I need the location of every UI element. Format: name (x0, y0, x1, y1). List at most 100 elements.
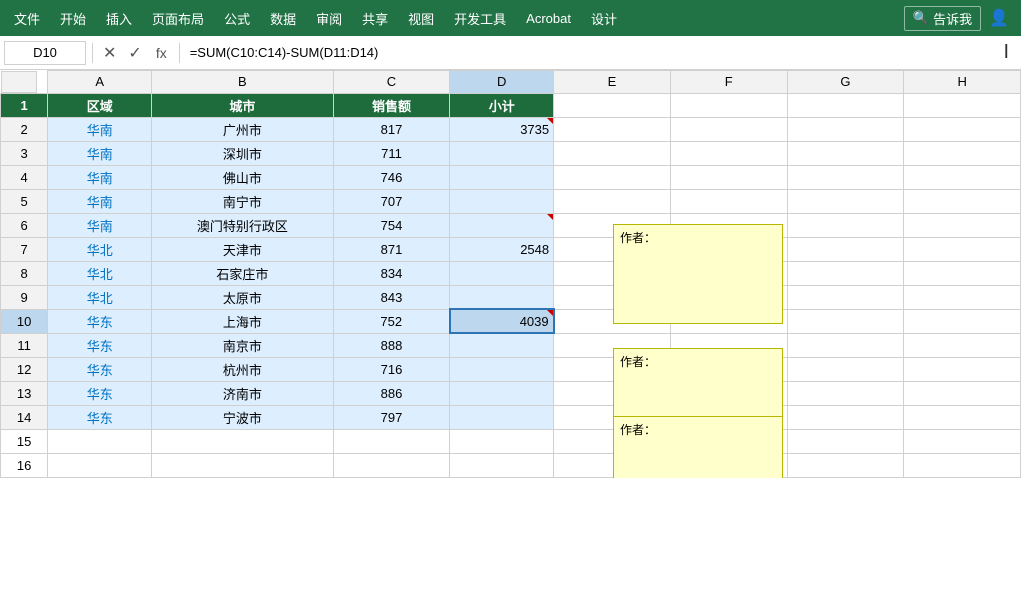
cell-e5[interactable] (554, 189, 671, 213)
cell-d5[interactable] (450, 189, 554, 213)
cell-g1[interactable] (787, 93, 904, 117)
cell-c9[interactable]: 843 (333, 285, 450, 309)
cell-a8[interactable]: 华北 (48, 261, 152, 285)
cell-g8[interactable] (787, 261, 904, 285)
cell-h9[interactable] (904, 285, 1021, 309)
menu-formula[interactable]: 公式 (214, 5, 260, 32)
cell-h13[interactable] (904, 381, 1021, 405)
cell-a2[interactable]: 华南 (48, 117, 152, 141)
menu-home[interactable]: 开始 (50, 5, 96, 32)
user-icon[interactable]: 👤 (981, 4, 1017, 32)
cell-g5[interactable] (787, 189, 904, 213)
cell-h14[interactable] (904, 405, 1021, 429)
cell-e4[interactable] (554, 165, 671, 189)
menu-design[interactable]: 设计 (581, 5, 627, 32)
cell-c15[interactable] (333, 429, 450, 453)
cell-b15[interactable] (152, 429, 334, 453)
cell-d6[interactable] (450, 213, 554, 237)
cell-g15[interactable] (787, 429, 904, 453)
search-box[interactable]: 🔍 告诉我 (904, 6, 981, 31)
cell-d12[interactable] (450, 357, 554, 381)
cell-a13[interactable]: 华东 (48, 381, 152, 405)
cell-c12[interactable]: 716 (333, 357, 450, 381)
cell-a1[interactable]: 区域 (48, 93, 152, 117)
cell-e3[interactable] (554, 141, 671, 165)
cell-f2[interactable] (670, 117, 787, 141)
menu-pagelayout[interactable]: 页面布局 (142, 5, 214, 32)
cell-c4[interactable]: 746 (333, 165, 450, 189)
cell-c13[interactable]: 886 (333, 381, 450, 405)
cell-a12[interactable]: 华东 (48, 357, 152, 381)
cell-h10[interactable] (904, 309, 1021, 333)
cancel-formula-button[interactable]: ✕ (99, 43, 120, 63)
cell-d8[interactable] (450, 261, 554, 285)
cell-f5[interactable] (670, 189, 787, 213)
cell-f3[interactable] (670, 141, 787, 165)
cell-h7[interactable] (904, 237, 1021, 261)
cell-h5[interactable] (904, 189, 1021, 213)
cell-d1[interactable]: 小计 (450, 93, 554, 117)
cell-b16[interactable] (152, 453, 334, 477)
cell-g2[interactable] (787, 117, 904, 141)
cell-d2[interactable]: 3735 (450, 117, 554, 141)
cell-b1[interactable]: 城市 (152, 93, 334, 117)
cell-f1[interactable] (670, 93, 787, 117)
cell-d9[interactable] (450, 285, 554, 309)
menu-insert[interactable]: 插入 (96, 5, 142, 32)
cell-a3[interactable]: 华南 (48, 141, 152, 165)
cell-h6[interactable] (904, 213, 1021, 237)
cell-h8[interactable] (904, 261, 1021, 285)
menu-view[interactable]: 视图 (398, 5, 444, 32)
cell-c16[interactable] (333, 453, 450, 477)
cell-b12[interactable]: 杭州市 (152, 357, 334, 381)
cell-b3[interactable]: 深圳市 (152, 141, 334, 165)
col-header-c[interactable]: C (333, 71, 450, 94)
cell-d7[interactable]: 2548 (450, 237, 554, 261)
cell-g3[interactable] (787, 141, 904, 165)
cell-c10[interactable]: 752 (333, 309, 450, 333)
cell-b6[interactable]: 澳门特别行政区 (152, 213, 334, 237)
cell-c5[interactable]: 707 (333, 189, 450, 213)
cell-b5[interactable]: 南宁市 (152, 189, 334, 213)
formula-input[interactable] (186, 41, 1000, 65)
col-header-a[interactable]: A (48, 71, 152, 94)
cell-g7[interactable] (787, 237, 904, 261)
cell-b10[interactable]: 上海市 (152, 309, 334, 333)
menu-developer[interactable]: 开发工具 (444, 5, 516, 32)
cell-g16[interactable] (787, 453, 904, 477)
cell-c1[interactable]: 销售额 (333, 93, 450, 117)
cell-h15[interactable] (904, 429, 1021, 453)
cell-b13[interactable]: 济南市 (152, 381, 334, 405)
cell-h12[interactable] (904, 357, 1021, 381)
cell-c14[interactable]: 797 (333, 405, 450, 429)
cell-b14[interactable]: 宁波市 (152, 405, 334, 429)
cell-e2[interactable] (554, 117, 671, 141)
menu-data[interactable]: 数据 (260, 5, 306, 32)
cell-d15[interactable] (450, 429, 554, 453)
cell-a9[interactable]: 华北 (48, 285, 152, 309)
cell-c11[interactable]: 888 (333, 333, 450, 357)
col-header-g[interactable]: G (787, 71, 904, 94)
cell-b8[interactable]: 石家庄市 (152, 261, 334, 285)
col-header-d[interactable]: D (450, 71, 554, 94)
cell-d4[interactable] (450, 165, 554, 189)
cell-h4[interactable] (904, 165, 1021, 189)
menu-acrobat[interactable]: Acrobat (516, 7, 581, 30)
cell-reference-input[interactable] (4, 41, 86, 65)
cell-c2[interactable]: 817 (333, 117, 450, 141)
cell-d11[interactable] (450, 333, 554, 357)
cell-g13[interactable] (787, 381, 904, 405)
cell-c3[interactable]: 711 (333, 141, 450, 165)
cell-d10[interactable]: 4039 (450, 309, 554, 333)
cell-g9[interactable] (787, 285, 904, 309)
col-header-h[interactable]: H (904, 71, 1021, 94)
cell-a11[interactable]: 华东 (48, 333, 152, 357)
cell-a7[interactable]: 华北 (48, 237, 152, 261)
menu-review[interactable]: 审阅 (306, 5, 352, 32)
cell-c6[interactable]: 754 (333, 213, 450, 237)
menu-share[interactable]: 共享 (352, 5, 398, 32)
cell-b4[interactable]: 佛山市 (152, 165, 334, 189)
cell-a5[interactable]: 华南 (48, 189, 152, 213)
cell-g10[interactable] (787, 309, 904, 333)
cell-d16[interactable] (450, 453, 554, 477)
